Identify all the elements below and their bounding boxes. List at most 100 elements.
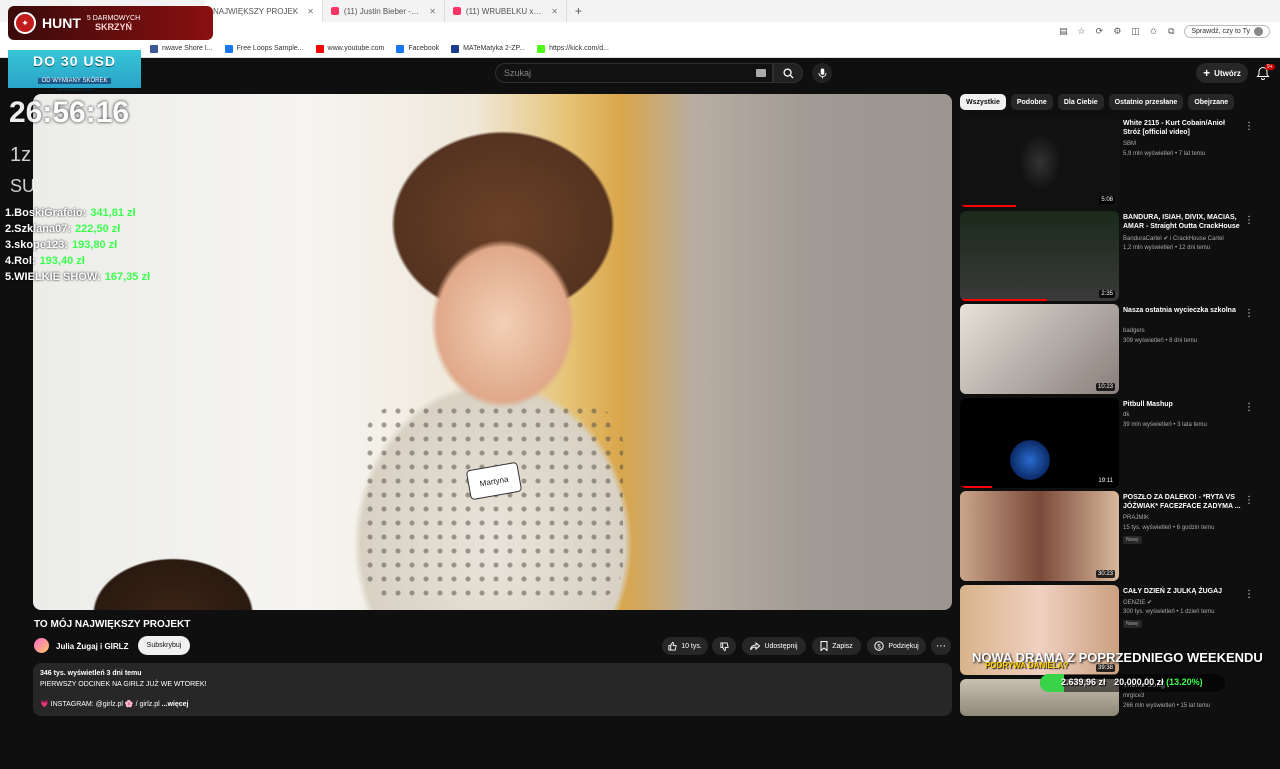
thanks-button[interactable]: $ Podziękuj	[867, 637, 926, 655]
facebook-icon	[150, 44, 158, 53]
search-button[interactable]	[773, 63, 803, 83]
keyboard-icon[interactable]	[756, 69, 766, 77]
youtube-favicon-icon	[452, 7, 461, 15]
voice-search-button[interactable]	[812, 63, 832, 83]
browser-tab-1[interactable]: NAJWIĘKSZY PROJEK ✕	[205, 0, 323, 22]
leader-name: 4.Rol:	[5, 255, 36, 267]
new-badge: Nowy	[1123, 536, 1142, 544]
more-vertical-icon[interactable]: ⋮	[1244, 589, 1254, 600]
hunt-subtitle: 5 DARMOWYCH SKRZYŃ	[87, 14, 140, 32]
recommendation-title[interactable]: Nasza ostatnia wycieczka szkolna	[1123, 306, 1241, 315]
recommendation-title[interactable]: Pitbull Mashup	[1123, 400, 1241, 409]
recommendation-item[interactable]: 5:08 White 2115 - Kurt Cobain/Anioł Stróż…	[960, 117, 1260, 207]
close-icon[interactable]: ✕	[551, 7, 558, 16]
recommendation-item[interactable]: 30:23 POSZŁO ZA DALEKO! - *RYTA VS JÓŹWIA…	[960, 491, 1260, 581]
promo-url: PIRATESWAP.COM	[56, 87, 93, 92]
bookmark-label: MATeMatyka 2-ZP...	[463, 45, 526, 52]
recommendation-meta: 309 wyświetleń • 8 dni temu	[1123, 338, 1198, 344]
chip-for-you[interactable]: Dla Ciebie	[1057, 94, 1104, 110]
chip-similar[interactable]: Podobne	[1010, 94, 1053, 110]
bookmark-icon	[820, 641, 828, 651]
browser-tab-2[interactable]: (11) Justin Bieber - Beauty And A ✕	[323, 0, 445, 22]
recommendation-title[interactable]: POSZŁO ZA DALEKO! - *RYTA VS JÓŹWIAK* FA…	[1123, 493, 1241, 511]
document-icon	[451, 44, 460, 53]
bookmark[interactable]: nwave Shore I...	[150, 44, 213, 53]
recommendation-item[interactable]: Theme Songmrgice3266 mln wyświetleń • 15…	[960, 679, 1260, 769]
recommendation-channel[interactable]: BanduraCartel ✔ i CrackHouse Cartel	[1123, 235, 1224, 242]
more-vertical-icon[interactable]: ⋮	[1244, 495, 1254, 506]
bookmark[interactable]: www.youtube.com	[315, 44, 384, 53]
duration-badge: 19:11	[1096, 477, 1115, 485]
close-icon[interactable]: ✕	[429, 7, 436, 16]
video-description[interactable]: 346 tys. wyświetleń 3 dni temu PIERWSZY …	[33, 663, 952, 716]
leader-name: 3.skope123:	[5, 239, 68, 251]
extension-icon[interactable]: ⚙	[1112, 26, 1122, 36]
recommendation-channel[interactable]: mrgice3	[1123, 693, 1144, 699]
leader-value: 341,81 zł	[90, 207, 136, 219]
video-title: TO MÓJ NAJWIĘKSZY PROJEKT	[34, 619, 191, 630]
search-icon	[782, 67, 794, 79]
like-button[interactable]: 10 tys.	[662, 637, 708, 655]
channel-name[interactable]: Julia Żugaj i GIRLZ	[56, 642, 128, 651]
goal-target: 20.000,00 zł	[1114, 677, 1164, 687]
share-button[interactable]: Udostępnij	[742, 637, 806, 655]
profile-button[interactable]: Sprawdź, czy to Ty	[1184, 24, 1270, 38]
new-tab-icon[interactable]: +	[567, 4, 590, 18]
more-actions-button[interactable]: ⋯	[931, 637, 951, 655]
bookmark[interactable]: Free Loops Sample...	[224, 44, 304, 53]
recommendation-channel[interactable]: SBM	[1123, 141, 1136, 147]
recommendation-channel[interactable]: badgers	[1123, 328, 1145, 334]
favorites-icon[interactable]: ✩	[1148, 26, 1158, 36]
recommendation-channel[interactable]: GENZIE ✔	[1123, 599, 1152, 606]
recommendation-item[interactable]: 10:23 Nasza ostatnia wycieczka szkolna bad…	[960, 304, 1260, 394]
recommendation-channel[interactable]: PRAJMIK	[1123, 515, 1149, 521]
refresh-icon[interactable]: ⟳	[1094, 26, 1104, 36]
split-icon[interactable]: ◫	[1130, 26, 1140, 36]
subscribe-button[interactable]: Subskrybuj	[138, 636, 190, 655]
more-vertical-icon[interactable]: ⋮	[1244, 308, 1254, 319]
channel-avatar[interactable]	[34, 638, 49, 653]
avatar	[1254, 26, 1263, 36]
save-label: Zapisz	[832, 642, 853, 650]
close-icon[interactable]: ✕	[307, 7, 314, 16]
collections-icon[interactable]: ⧉	[1166, 26, 1176, 36]
video-thumbnail[interactable]: 30:23	[960, 491, 1119, 581]
recommendation-item[interactable]: 2:35 BANDURA, ISIAH, DIVIX, MACIAS, AMAR …	[960, 211, 1260, 301]
bookmark[interactable]: https://kick.com/d...	[537, 44, 609, 53]
more-horizontal-icon: ⋯	[936, 640, 946, 652]
recommendation-channel[interactable]: dk	[1123, 412, 1129, 418]
save-button[interactable]: Zapisz	[812, 637, 861, 655]
chip-watched[interactable]: Obejrzane	[1188, 94, 1235, 110]
leaderboard-row: 1.BoskiGrafeio: 341,81 zł	[5, 205, 150, 221]
more-vertical-icon[interactable]: ⋮	[1244, 121, 1254, 132]
recommendation-title[interactable]: BANDURA, ISIAH, DIVIX, MACIAS, AMAR - St…	[1123, 213, 1241, 231]
dislike-button[interactable]	[712, 637, 736, 655]
chip-all[interactable]: Wszystkie	[960, 94, 1006, 110]
search-input[interactable]: Szukaj	[495, 63, 773, 83]
more-vertical-icon[interactable]: ⋮	[1244, 402, 1254, 413]
star-icon[interactable]: ☆	[1076, 26, 1086, 36]
reader-icon[interactable]: ▤	[1058, 26, 1068, 36]
duration-badge: 2:35	[1099, 290, 1115, 298]
browser-tab-3[interactable]: (11) WRUBELKU x JUST WATCH (p ✕	[445, 0, 567, 22]
recommendation-title[interactable]: White 2115 - Kurt Cobain/Anioł Stróż [of…	[1123, 119, 1241, 137]
show-more-link[interactable]: ...więcej	[162, 701, 189, 708]
recommendation-meta: 300 tys. wyświetleń • 1 dzień temu	[1123, 609, 1215, 615]
video-thumbnail[interactable]: 5:08	[960, 117, 1119, 207]
chip-recent[interactable]: Ostatnio przesłane	[1108, 94, 1184, 110]
create-button[interactable]: + Utwórz	[1196, 63, 1248, 83]
video-thumbnail[interactable]: 19:11	[960, 398, 1119, 488]
recommendation-title[interactable]: CAŁY DZIEŃ Z JULKĄ ŻUGAJ	[1123, 587, 1241, 596]
recommendation-item[interactable]: 19:11 Pitbull Mashup dk 39 mln wyświetleń •…	[960, 398, 1260, 488]
bookmark[interactable]: Facebook	[396, 44, 439, 53]
bookmark[interactable]: MATeMatyka 2-ZP...	[451, 44, 526, 53]
thanks-icon: $	[874, 641, 885, 651]
goal-tag: PODRYWA DANIELA?	[985, 661, 1069, 670]
video-thumbnail[interactable]: 10:23	[960, 304, 1119, 394]
hunt-sub-top: 5 DARMOWYCH	[86, 15, 141, 22]
duration-badge: 39:38	[1095, 664, 1115, 672]
video-thumbnail[interactable]: 2:35	[960, 211, 1119, 301]
more-vertical-icon[interactable]: ⋮	[1244, 215, 1254, 226]
video-player[interactable]: Martyna	[33, 94, 952, 610]
leader-name: 5.WIELKIE SHOW:	[5, 271, 101, 283]
